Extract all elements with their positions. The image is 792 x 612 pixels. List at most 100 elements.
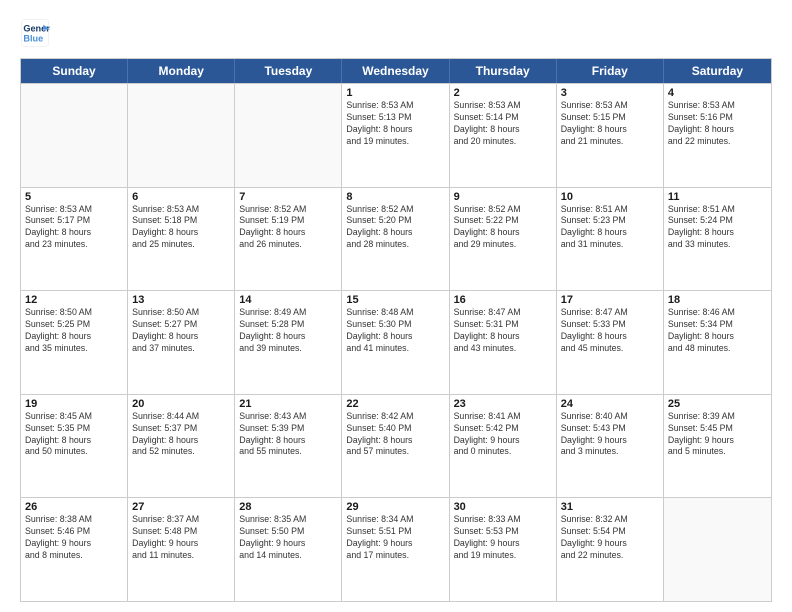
calendar-row-5: 26Sunrise: 8:38 AM Sunset: 5:46 PM Dayli… [21,497,771,601]
day-info: Sunrise: 8:50 AM Sunset: 5:25 PM Dayligh… [25,307,123,355]
day-number: 26 [25,501,123,513]
day-number: 2 [454,87,552,99]
day-number: 6 [132,191,230,203]
weekday-header-tuesday: Tuesday [235,59,342,83]
day-number: 5 [25,191,123,203]
day-info: Sunrise: 8:52 AM Sunset: 5:19 PM Dayligh… [239,204,337,252]
day-info: Sunrise: 8:38 AM Sunset: 5:46 PM Dayligh… [25,514,123,562]
calendar-cell: 23Sunrise: 8:41 AM Sunset: 5:42 PM Dayli… [450,395,557,498]
day-info: Sunrise: 8:53 AM Sunset: 5:15 PM Dayligh… [561,100,659,148]
day-info: Sunrise: 8:49 AM Sunset: 5:28 PM Dayligh… [239,307,337,355]
day-number: 20 [132,398,230,410]
calendar-cell: 22Sunrise: 8:42 AM Sunset: 5:40 PM Dayli… [342,395,449,498]
calendar-cell: 25Sunrise: 8:39 AM Sunset: 5:45 PM Dayli… [664,395,771,498]
calendar-cell: 3Sunrise: 8:53 AM Sunset: 5:15 PM Daylig… [557,84,664,187]
day-info: Sunrise: 8:45 AM Sunset: 5:35 PM Dayligh… [25,411,123,459]
day-number: 10 [561,191,659,203]
calendar-cell: 20Sunrise: 8:44 AM Sunset: 5:37 PM Dayli… [128,395,235,498]
day-number: 21 [239,398,337,410]
day-info: Sunrise: 8:51 AM Sunset: 5:23 PM Dayligh… [561,204,659,252]
calendar-cell: 5Sunrise: 8:53 AM Sunset: 5:17 PM Daylig… [21,188,128,291]
calendar-cell: 15Sunrise: 8:48 AM Sunset: 5:30 PM Dayli… [342,291,449,394]
calendar-cell: 29Sunrise: 8:34 AM Sunset: 5:51 PM Dayli… [342,498,449,601]
day-info: Sunrise: 8:37 AM Sunset: 5:48 PM Dayligh… [132,514,230,562]
calendar-body: 1Sunrise: 8:53 AM Sunset: 5:13 PM Daylig… [21,83,771,601]
calendar-cell: 30Sunrise: 8:33 AM Sunset: 5:53 PM Dayli… [450,498,557,601]
day-info: Sunrise: 8:34 AM Sunset: 5:51 PM Dayligh… [346,514,444,562]
weekday-header-sunday: Sunday [21,59,128,83]
calendar: SundayMondayTuesdayWednesdayThursdayFrid… [20,58,772,602]
calendar-cell: 11Sunrise: 8:51 AM Sunset: 5:24 PM Dayli… [664,188,771,291]
calendar-cell: 18Sunrise: 8:46 AM Sunset: 5:34 PM Dayli… [664,291,771,394]
day-info: Sunrise: 8:47 AM Sunset: 5:33 PM Dayligh… [561,307,659,355]
calendar-cell: 19Sunrise: 8:45 AM Sunset: 5:35 PM Dayli… [21,395,128,498]
day-info: Sunrise: 8:39 AM Sunset: 5:45 PM Dayligh… [668,411,767,459]
weekday-header-wednesday: Wednesday [342,59,449,83]
day-info: Sunrise: 8:42 AM Sunset: 5:40 PM Dayligh… [346,411,444,459]
day-number: 19 [25,398,123,410]
day-info: Sunrise: 8:47 AM Sunset: 5:31 PM Dayligh… [454,307,552,355]
calendar-cell: 4Sunrise: 8:53 AM Sunset: 5:16 PM Daylig… [664,84,771,187]
day-number: 27 [132,501,230,513]
calendar-cell: 6Sunrise: 8:53 AM Sunset: 5:18 PM Daylig… [128,188,235,291]
day-info: Sunrise: 8:48 AM Sunset: 5:30 PM Dayligh… [346,307,444,355]
day-number: 28 [239,501,337,513]
day-number: 24 [561,398,659,410]
calendar-row-3: 12Sunrise: 8:50 AM Sunset: 5:25 PM Dayli… [21,290,771,394]
day-info: Sunrise: 8:52 AM Sunset: 5:22 PM Dayligh… [454,204,552,252]
calendar-cell: 31Sunrise: 8:32 AM Sunset: 5:54 PM Dayli… [557,498,664,601]
day-number: 31 [561,501,659,513]
day-number: 30 [454,501,552,513]
calendar-cell: 16Sunrise: 8:47 AM Sunset: 5:31 PM Dayli… [450,291,557,394]
calendar-cell: 17Sunrise: 8:47 AM Sunset: 5:33 PM Dayli… [557,291,664,394]
calendar-cell [21,84,128,187]
calendar-cell [664,498,771,601]
day-number: 23 [454,398,552,410]
weekday-header-monday: Monday [128,59,235,83]
calendar-cell: 8Sunrise: 8:52 AM Sunset: 5:20 PM Daylig… [342,188,449,291]
day-info: Sunrise: 8:50 AM Sunset: 5:27 PM Dayligh… [132,307,230,355]
day-info: Sunrise: 8:44 AM Sunset: 5:37 PM Dayligh… [132,411,230,459]
day-info: Sunrise: 8:53 AM Sunset: 5:16 PM Dayligh… [668,100,767,148]
day-number: 13 [132,294,230,306]
day-number: 11 [668,191,767,203]
weekday-header-saturday: Saturday [664,59,771,83]
day-info: Sunrise: 8:41 AM Sunset: 5:42 PM Dayligh… [454,411,552,459]
day-info: Sunrise: 8:35 AM Sunset: 5:50 PM Dayligh… [239,514,337,562]
calendar-cell: 2Sunrise: 8:53 AM Sunset: 5:14 PM Daylig… [450,84,557,187]
weekday-header-friday: Friday [557,59,664,83]
day-number: 22 [346,398,444,410]
day-number: 7 [239,191,337,203]
day-info: Sunrise: 8:40 AM Sunset: 5:43 PM Dayligh… [561,411,659,459]
day-number: 15 [346,294,444,306]
calendar-cell: 21Sunrise: 8:43 AM Sunset: 5:39 PM Dayli… [235,395,342,498]
weekday-header-thursday: Thursday [450,59,557,83]
day-number: 18 [668,294,767,306]
day-number: 3 [561,87,659,99]
day-info: Sunrise: 8:32 AM Sunset: 5:54 PM Dayligh… [561,514,659,562]
page: General Blue SundayMondayTuesdayWednesda… [0,0,792,612]
calendar-cell [128,84,235,187]
day-number: 17 [561,294,659,306]
calendar-cell: 12Sunrise: 8:50 AM Sunset: 5:25 PM Dayli… [21,291,128,394]
day-info: Sunrise: 8:53 AM Sunset: 5:13 PM Dayligh… [346,100,444,148]
calendar-row-2: 5Sunrise: 8:53 AM Sunset: 5:17 PM Daylig… [21,187,771,291]
calendar-cell: 7Sunrise: 8:52 AM Sunset: 5:19 PM Daylig… [235,188,342,291]
calendar-cell: 27Sunrise: 8:37 AM Sunset: 5:48 PM Dayli… [128,498,235,601]
day-number: 16 [454,294,552,306]
day-number: 1 [346,87,444,99]
day-number: 8 [346,191,444,203]
day-number: 9 [454,191,552,203]
day-info: Sunrise: 8:53 AM Sunset: 5:18 PM Dayligh… [132,204,230,252]
day-info: Sunrise: 8:53 AM Sunset: 5:17 PM Dayligh… [25,204,123,252]
day-info: Sunrise: 8:52 AM Sunset: 5:20 PM Dayligh… [346,204,444,252]
calendar-header: SundayMondayTuesdayWednesdayThursdayFrid… [21,59,771,83]
calendar-cell: 9Sunrise: 8:52 AM Sunset: 5:22 PM Daylig… [450,188,557,291]
calendar-cell: 14Sunrise: 8:49 AM Sunset: 5:28 PM Dayli… [235,291,342,394]
logo: General Blue [20,18,54,48]
calendar-row-4: 19Sunrise: 8:45 AM Sunset: 5:35 PM Dayli… [21,394,771,498]
calendar-cell [235,84,342,187]
calendar-cell: 13Sunrise: 8:50 AM Sunset: 5:27 PM Dayli… [128,291,235,394]
day-number: 4 [668,87,767,99]
calendar-row-1: 1Sunrise: 8:53 AM Sunset: 5:13 PM Daylig… [21,83,771,187]
